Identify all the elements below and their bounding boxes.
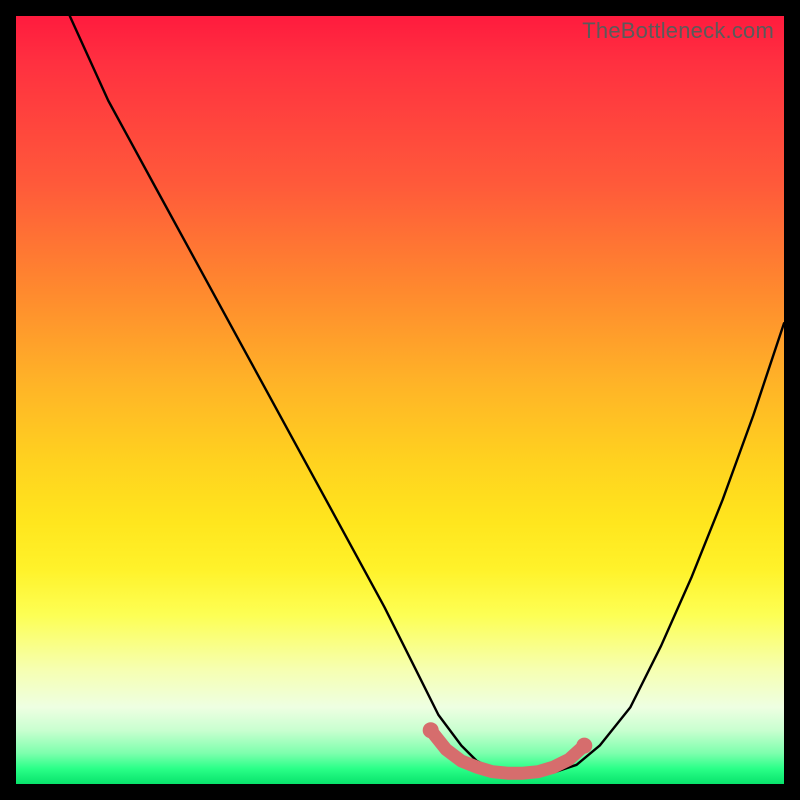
chart-plot-area: TheBottleneck.com (16, 16, 784, 784)
chart-stage: TheBottleneck.com (0, 0, 800, 800)
chart-svg (16, 16, 784, 784)
valley-marker-right-dot (576, 738, 592, 754)
valley-marker-left-dot (423, 722, 439, 738)
bottleneck-curve-path (70, 16, 784, 775)
